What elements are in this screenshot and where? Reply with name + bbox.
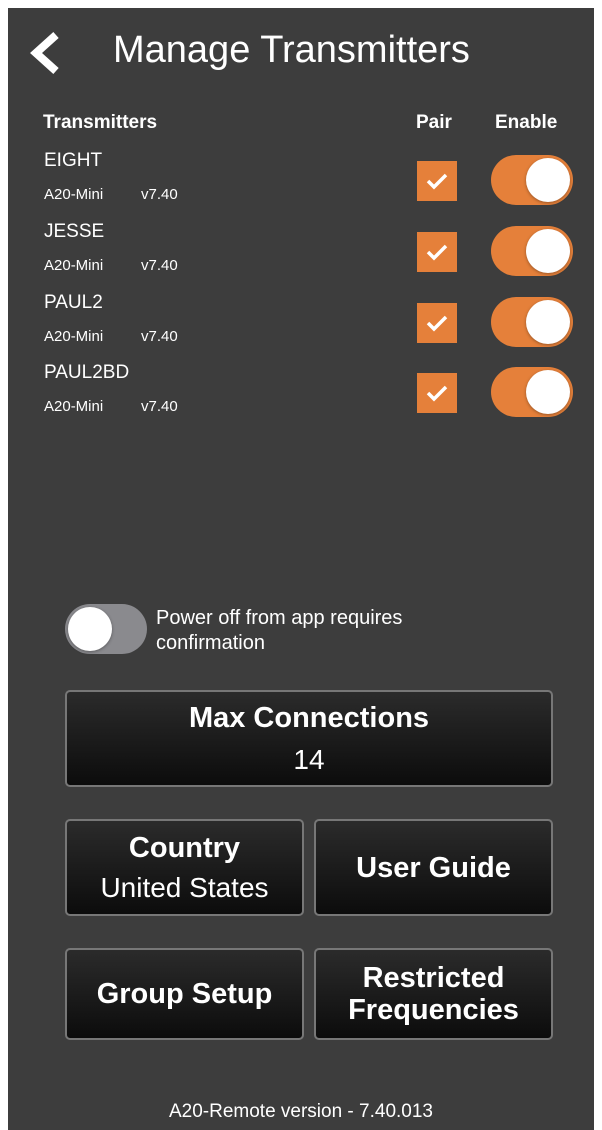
transmitter-name: PAUL2BD bbox=[44, 362, 130, 383]
restricted-frequencies-button[interactable]: Restricted Frequencies bbox=[314, 948, 553, 1040]
checkmark-icon bbox=[426, 385, 448, 402]
toggle-knob bbox=[68, 607, 112, 651]
transmitter-row: PAUL2 A20-Mini v7.40 bbox=[8, 291, 594, 362]
pair-checkbox[interactable] bbox=[417, 161, 457, 201]
back-button[interactable] bbox=[26, 30, 66, 76]
enable-toggle[interactable] bbox=[491, 226, 573, 276]
checkmark-icon bbox=[426, 244, 448, 261]
group-setup-label: Group Setup bbox=[96, 978, 273, 1010]
country-title: Country bbox=[128, 831, 241, 864]
transmitter-version: v7.40 bbox=[141, 398, 178, 415]
power-confirm-toggle[interactable] bbox=[65, 604, 147, 654]
pair-checkbox[interactable] bbox=[417, 232, 457, 272]
checkmark-icon bbox=[426, 315, 448, 332]
pair-checkbox[interactable] bbox=[417, 373, 457, 413]
transmitter-version: v7.40 bbox=[141, 257, 178, 274]
transmitter-name: EIGHT bbox=[44, 150, 103, 171]
transmitter-version: v7.40 bbox=[141, 186, 178, 203]
transmitter-model: A20-Mini bbox=[44, 257, 104, 274]
max-connections-button[interactable]: Max Connections 14 bbox=[65, 690, 553, 787]
transmitters-column-header: Transmitters bbox=[43, 112, 158, 133]
version-footer: A20-Remote version - 7.40.013 bbox=[168, 1101, 434, 1122]
max-connections-title: Max Connections bbox=[188, 701, 430, 734]
pair-column-header: Pair bbox=[416, 112, 452, 133]
page-title: Manage Transmitters bbox=[113, 29, 470, 71]
enable-toggle[interactable] bbox=[491, 367, 573, 417]
transmitter-version: v7.40 bbox=[141, 328, 178, 345]
country-button[interactable]: Country United States bbox=[65, 819, 304, 916]
checkmark-icon bbox=[426, 173, 448, 190]
transmitter-row: PAUL2BD A20-Mini v7.40 bbox=[8, 361, 594, 432]
power-confirm-label: Power off from app requires confirmation bbox=[156, 607, 403, 654]
max-connections-value: 14 bbox=[293, 743, 325, 775]
group-setup-button[interactable]: Group Setup bbox=[65, 948, 304, 1040]
toggle-knob bbox=[526, 229, 570, 273]
enable-toggle[interactable] bbox=[491, 297, 573, 347]
manage-transmitters-screen: Manage Transmitters Transmitters Pair En… bbox=[8, 8, 594, 1130]
transmitter-row: EIGHT A20-Mini v7.40 bbox=[8, 149, 594, 220]
transmitter-name: PAUL2 bbox=[44, 292, 103, 313]
enable-toggle[interactable] bbox=[491, 155, 573, 205]
country-value: United States bbox=[100, 871, 269, 903]
toggle-knob bbox=[526, 158, 570, 202]
transmitter-row: JESSE A20-Mini v7.40 bbox=[8, 220, 594, 291]
user-guide-button[interactable]: User Guide bbox=[314, 819, 553, 916]
transmitter-model: A20-Mini bbox=[44, 398, 104, 415]
restricted-frequencies-label: Restricted Frequencies bbox=[348, 962, 519, 1026]
toggle-knob bbox=[526, 370, 570, 414]
transmitter-model: A20-Mini bbox=[44, 328, 104, 345]
chevron-left-icon bbox=[30, 32, 59, 74]
enable-column-header: Enable bbox=[495, 112, 558, 133]
transmitter-model: A20-Mini bbox=[44, 186, 104, 203]
toggle-knob bbox=[526, 300, 570, 344]
user-guide-label: User Guide bbox=[356, 851, 511, 884]
transmitter-name: JESSE bbox=[44, 221, 105, 242]
pair-checkbox[interactable] bbox=[417, 303, 457, 343]
